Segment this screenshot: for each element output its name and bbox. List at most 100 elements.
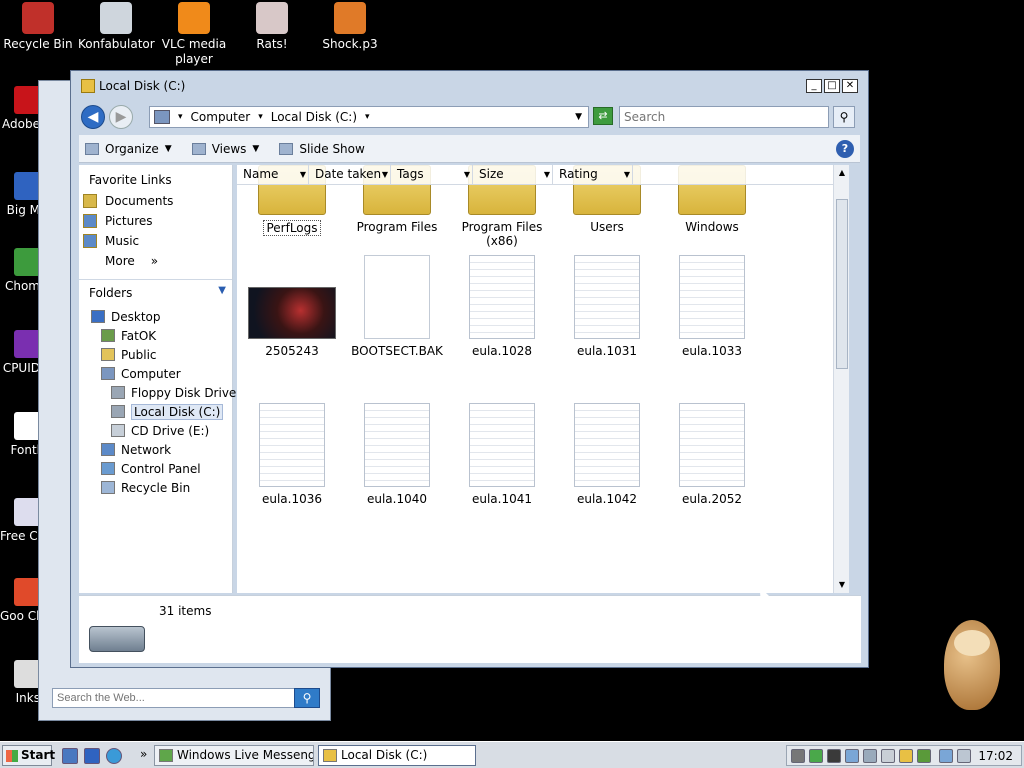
refresh-button[interactable]: ⇄	[593, 107, 613, 125]
start-button[interactable]: Start	[2, 745, 55, 766]
chevron-down-icon[interactable]: ▼	[300, 165, 306, 184]
tree-item[interactable]: Network	[79, 440, 232, 459]
switch-windows-icon[interactable]	[84, 748, 100, 764]
chevron-down-icon[interactable]: ▼	[544, 165, 550, 184]
tree-item[interactable]: Control Panel	[79, 459, 232, 478]
help-button[interactable]: ?	[836, 140, 854, 158]
breadcrumb-computer[interactable]: Computer	[191, 110, 251, 124]
internet-explorer-icon[interactable]	[106, 748, 122, 764]
favorite-link-music[interactable]: Music	[79, 231, 232, 251]
quick-launch-more[interactable]: »	[140, 747, 147, 761]
file-item[interactable]: eula.1042	[554, 403, 660, 506]
organize-button[interactable]: Organize ▼	[85, 142, 172, 156]
tree-item[interactable]: Floppy Disk Drive	[79, 383, 236, 402]
hamster-desktop-pet[interactable]	[930, 610, 1010, 720]
search-icon[interactable]: ⚲	[833, 106, 855, 128]
address-bar[interactable]: ▾ Computer ▾ Local Disk (C:) ▾ ▼	[149, 106, 589, 128]
file-item[interactable]: eula.1041	[449, 403, 555, 506]
file-list[interactable]: PerfLogs Program Files Program Files (x86)…	[237, 165, 849, 593]
column-header[interactable]: Date taken ▼	[309, 165, 391, 185]
show-desktop-icon[interactable]	[62, 748, 78, 764]
tray-icon[interactable]	[863, 749, 877, 763]
desktop-icon[interactable]: Konfabulator	[78, 2, 155, 52]
file-item[interactable]: BOOTSECT.BAK	[344, 255, 450, 358]
column-header[interactable]: Rating ▼	[553, 165, 633, 185]
desktop-icon[interactable]: Recycle Bin	[0, 2, 76, 52]
column-header[interactable]: Size ▼	[473, 165, 553, 185]
file-item[interactable]: eula.2052	[659, 403, 765, 506]
slide-show-button[interactable]: Slide Show	[279, 142, 365, 156]
tray-icon[interactable]	[881, 749, 895, 763]
vertical-scrollbar[interactable]: ▲ ▼	[833, 165, 849, 593]
folder-icon	[81, 79, 95, 93]
breadcrumb-local-disk[interactable]: Local Disk (C:)	[271, 110, 357, 124]
security-icon[interactable]	[917, 749, 931, 763]
tree-item[interactable]: Public	[79, 345, 232, 364]
desktop-icon[interactable]: Chom	[0, 248, 40, 293]
tree-item[interactable]: Desktop	[79, 307, 232, 326]
minimize-button[interactable]: _	[806, 79, 822, 93]
maximize-button[interactable]: □	[824, 79, 840, 93]
file-item[interactable]: eula.1031	[554, 255, 660, 358]
favorite-link-pictures[interactable]: Pictures	[79, 211, 232, 231]
favorite-link-more[interactable]: More »	[79, 251, 232, 271]
tray-icon[interactable]	[827, 749, 841, 763]
web-search-button[interactable]: ⚲	[294, 688, 320, 708]
desktop-icon[interactable]: VLC media player	[156, 2, 232, 67]
document-icon	[574, 403, 640, 487]
desktop-icon[interactable]: Rats!	[234, 2, 310, 52]
desktop-icon[interactable]: Fontl	[0, 412, 40, 457]
tree-item[interactable]: Computer	[79, 364, 232, 383]
taskbar-messenger[interactable]: Windows Live Messeng...	[154, 745, 314, 766]
tree-item[interactable]: Recycle Bin	[79, 478, 232, 497]
favorite-link-label: Music	[105, 234, 140, 248]
file-item[interactable]: eula.1040	[344, 403, 450, 506]
tree-item[interactable]: FatOK	[79, 326, 232, 345]
forward-button[interactable]: ▶	[109, 105, 133, 129]
chevron-down-icon[interactable]: ▼	[218, 285, 226, 296]
clock[interactable]: 17:02	[978, 749, 1013, 763]
desktop-icon[interactable]: Free Cre	[0, 498, 40, 543]
desktop-icon[interactable]: Inks	[0, 660, 40, 705]
folders-heading[interactable]: Folders ▼	[79, 279, 232, 303]
title-bar[interactable]: Local Disk (C:) _ □ ✕	[71, 71, 868, 101]
chevron-down-icon[interactable]: ▼	[624, 165, 630, 184]
close-button[interactable]: ✕	[842, 79, 858, 93]
messenger-tray-icon[interactable]	[809, 749, 823, 763]
tray-icon[interactable]	[791, 749, 805, 763]
back-button[interactable]: ◀	[81, 105, 105, 129]
tree-item[interactable]: Local Disk (C:)	[79, 402, 232, 421]
favorite-link-documents[interactable]: Documents	[79, 191, 232, 211]
file-item[interactable]: eula.1028	[449, 255, 555, 358]
taskbar-local-disk[interactable]: Local Disk (C:)	[318, 745, 476, 766]
desktop-icon-label: Rats!	[256, 37, 288, 51]
column-header[interactable]: Name ▼	[237, 165, 309, 185]
scrollbar-thumb[interactable]	[836, 199, 848, 369]
desktop-icon[interactable]: Goo Chro	[0, 578, 40, 623]
shortcut-icon	[14, 412, 40, 440]
tree-item[interactable]: CD Drive (E:)	[79, 421, 232, 440]
column-header[interactable]: Tags ▼	[391, 165, 473, 185]
organize-label: Organize	[105, 141, 159, 156]
desktop-icon[interactable]: Adobe	[0, 86, 40, 131]
desktop-icon[interactable]: CPUID	[0, 330, 40, 375]
lock-icon[interactable]	[899, 749, 913, 763]
views-button[interactable]: Views ▼	[191, 142, 259, 156]
desktop-icon[interactable]: Shock.p3	[312, 2, 388, 52]
file-item[interactable]: 2505243	[239, 255, 345, 358]
chevron-down-icon[interactable]: ▼	[464, 165, 470, 184]
volume-icon[interactable]	[957, 749, 971, 763]
address-dropdown-icon[interactable]: ▼	[575, 112, 582, 122]
search-input[interactable]	[619, 106, 829, 128]
file-item-label: eula.1031	[576, 344, 638, 358]
chevron-down-icon[interactable]: ▼	[382, 165, 388, 184]
file-item[interactable]: eula.1036	[239, 403, 345, 506]
scroll-up-icon[interactable]: ▲	[834, 165, 849, 181]
network-icon[interactable]	[939, 749, 953, 763]
tray-icon[interactable]	[845, 749, 859, 763]
web-search-input[interactable]	[52, 688, 320, 708]
chevron-right-icon: »	[150, 254, 159, 268]
file-item[interactable]: eula.1033	[659, 255, 765, 358]
desktop-icon[interactable]: Big M	[0, 172, 40, 217]
scroll-down-icon[interactable]: ▼	[834, 577, 849, 593]
